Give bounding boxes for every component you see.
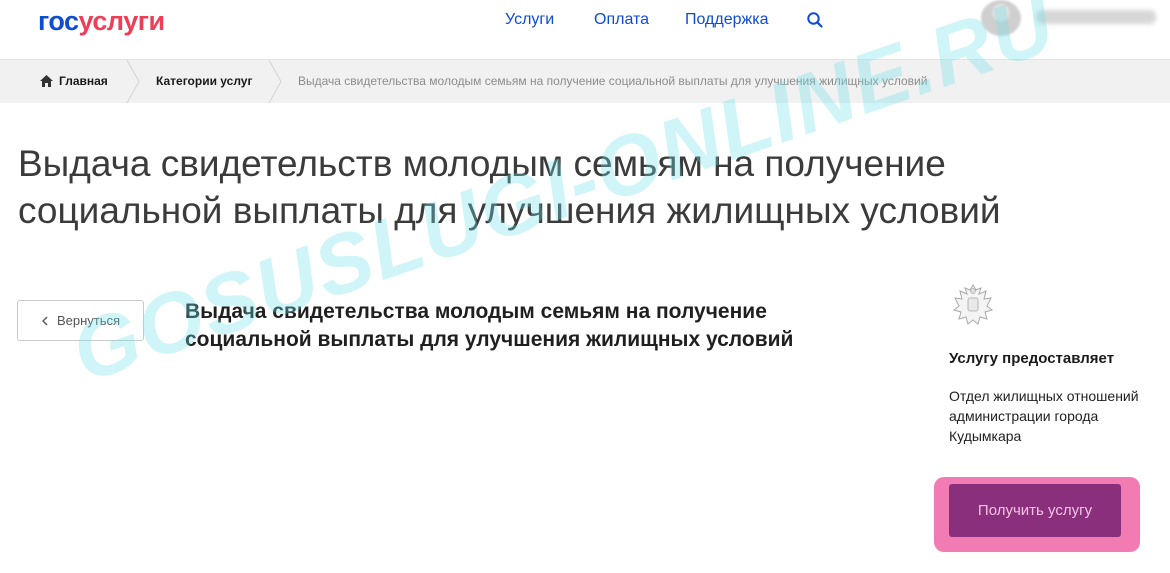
breadcrumb-separator-icon [268,60,282,103]
breadcrumb-separator-icon [126,60,140,103]
nav-payment-link[interactable]: Оплата [594,11,649,29]
breadcrumb-current: Выдача свидетельства молодым семьям на п… [298,74,928,88]
chevron-left-icon [41,316,48,325]
get-service-button[interactable]: Получить услугу [949,484,1121,537]
header: госуслуги Услуги Оплата Поддержка [0,0,1170,58]
search-icon[interactable] [806,11,824,29]
user-name-blurred[interactable] [1036,10,1156,24]
provider-heading: Услугу предоставляет [949,350,1115,367]
logo-part-uslugi: услуги [78,6,166,36]
provider-name: Отдел жилищных отношений администрации г… [949,388,1139,444]
user-avatar[interactable] [981,0,1021,36]
breadcrumb: Главная Категории услуг Выдача свидетель… [0,59,1170,103]
breadcrumb-home[interactable]: Главная [40,74,108,88]
logo-part-gos: гос [38,6,79,36]
gosuslugi-logo[interactable]: госуслуги [38,6,165,37]
page-title: Выдача свидетельств молодым семьям на по… [18,143,1001,231]
nav-services-link[interactable]: Услуги [505,11,554,29]
back-button-label: Вернуться [56,313,121,328]
home-icon [40,75,53,87]
back-button[interactable]: Вернуться [17,300,144,341]
nav-support-link[interactable]: Поддержка [685,11,768,29]
coat-of-arms-icon [952,284,994,325]
breadcrumb-categories[interactable]: Категории услуг [156,74,252,88]
service-subtitle: Выдача свидетельства молодым семьям на п… [185,300,794,351]
breadcrumb-home-label: Главная [59,74,108,88]
